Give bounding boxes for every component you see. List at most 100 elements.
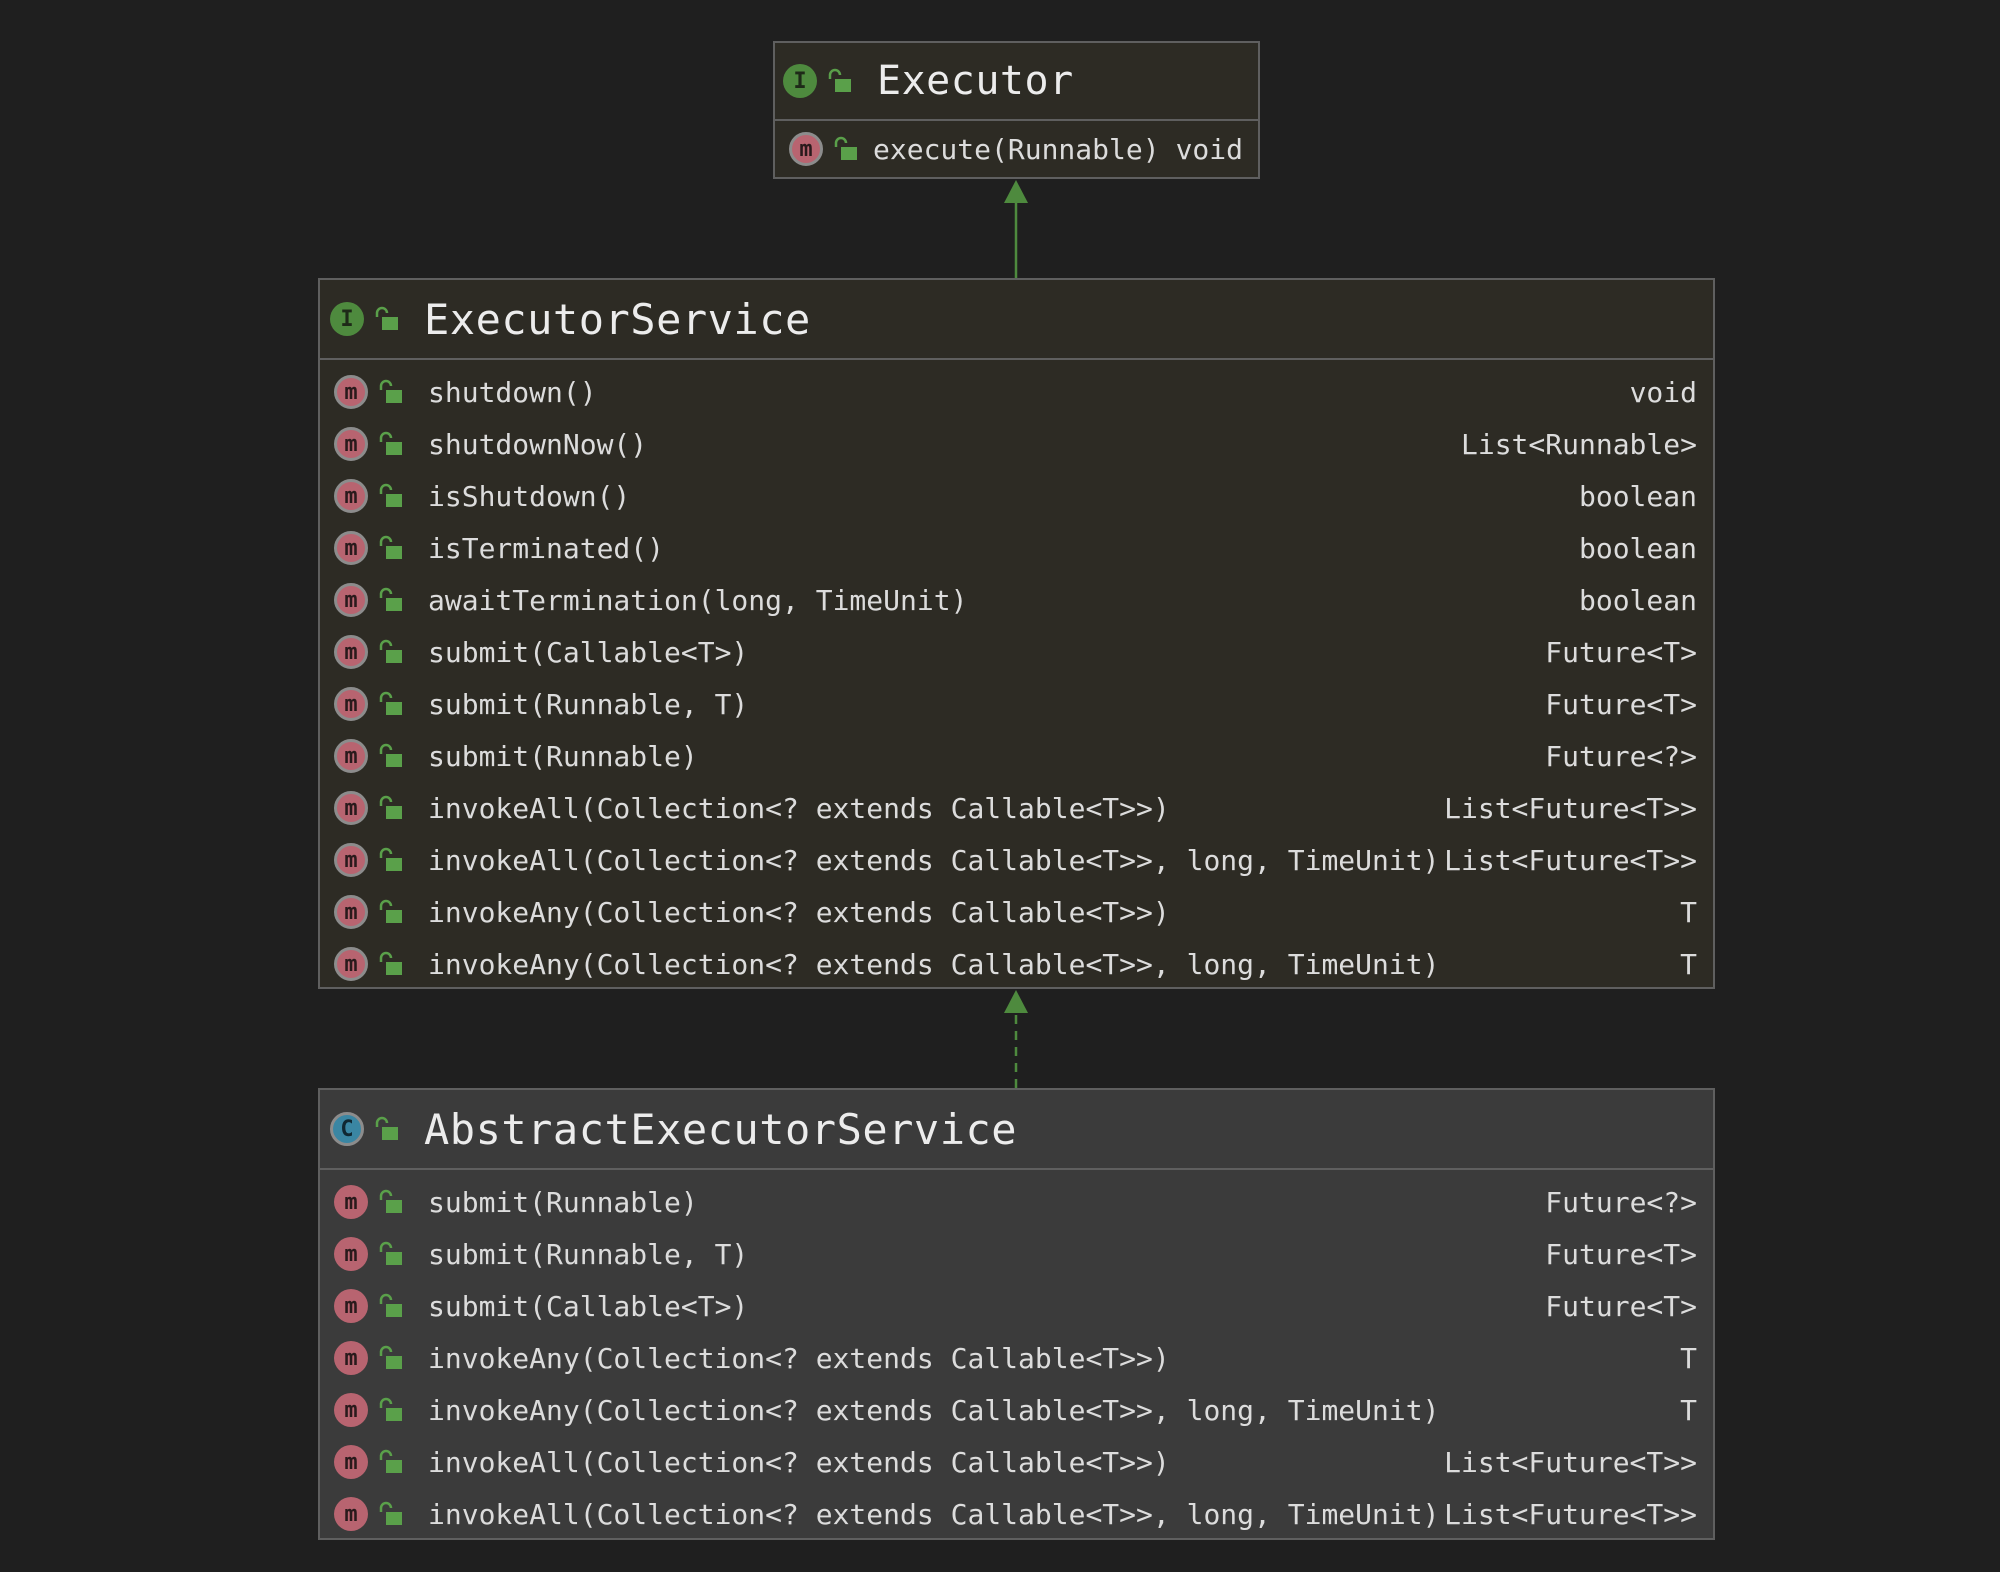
public-lock-icon (379, 795, 402, 819)
method-row[interactable]: m shutdown() void (320, 366, 1713, 418)
method-row[interactable]: m invokeAll(Collection<? extends Callable… (320, 834, 1713, 886)
method-return-type: Future<T> (1545, 687, 1697, 721)
class-name: Executor (877, 58, 1074, 104)
method-row[interactable]: m submit(Runnable, T) Future<T> (320, 1228, 1713, 1280)
method-icon: m (334, 427, 368, 461)
method-signature: invokeAny(Collection<? extends Callable<… (428, 1341, 1170, 1375)
method-icon: m (334, 1497, 368, 1531)
class-name: AbstractExecutorService (424, 1104, 1018, 1154)
method-icon: m (334, 1185, 368, 1219)
method-return-type: Future<T> (1545, 635, 1697, 669)
method-return-type: Future<?> (1545, 739, 1697, 773)
method-signature: invokeAll(Collection<? extends Callable<… (428, 1445, 1170, 1479)
public-lock-icon (379, 951, 402, 975)
public-lock-icon (379, 1449, 402, 1473)
method-return-type: List<Future<T>> (1444, 1445, 1697, 1479)
abstract-class-icon: C (330, 1112, 364, 1146)
method-icon: m (334, 583, 368, 617)
class-name: ExecutorService (424, 294, 811, 344)
method-row[interactable]: m submit(Runnable, T) Future<T> (320, 678, 1713, 730)
method-row[interactable]: m submit(Callable<T>) Future<T> (320, 1280, 1713, 1332)
abstract-executor-service-header: C AbstractExecutorService (320, 1090, 1713, 1170)
method-row[interactable]: m isShutdown() boolean (320, 470, 1713, 522)
method-signature: invokeAny(Collection<? extends Callable<… (428, 947, 1440, 981)
public-lock-icon (375, 306, 398, 330)
method-icon: m (334, 947, 368, 981)
method-signature: isShutdown() (428, 479, 631, 513)
public-lock-icon (834, 136, 857, 160)
method-signature: invokeAll(Collection<? extends Callable<… (428, 791, 1170, 825)
implements-arrow (1004, 990, 1028, 1088)
method-list: m shutdown() void m shutdownNow() List<Runna… (320, 360, 1713, 990)
method-signature: execute(Runnable) (873, 132, 1160, 166)
method-signature: invokeAll(Collection<? extends Callable<… (428, 843, 1440, 877)
method-row[interactable]: m invokeAny(Collection<? extends Callable… (320, 886, 1713, 938)
method-icon: m (334, 843, 368, 877)
method-signature: shutdownNow() (428, 427, 648, 461)
method-icon: m (334, 1445, 368, 1479)
method-signature: submit(Callable<T>) (428, 635, 749, 669)
abstract-executor-service-node[interactable]: C AbstractExecutorService m submit(Runnab… (318, 1088, 1715, 1540)
method-icon: m (334, 791, 368, 825)
public-lock-icon (375, 1116, 398, 1140)
method-return-type: T (1680, 1393, 1697, 1427)
public-lock-icon (828, 68, 851, 92)
public-lock-icon (379, 1397, 402, 1421)
method-icon: m (334, 895, 368, 929)
method-row[interactable]: m submit(Runnable) Future<?> (320, 1176, 1713, 1228)
method-return-type: Future<T> (1545, 1289, 1697, 1323)
public-lock-icon (379, 1241, 402, 1265)
method-icon: m (334, 1289, 368, 1323)
method-row[interactable]: m invokeAny(Collection<? extends Callable… (320, 938, 1713, 990)
method-return-type: List<Future<T>> (1444, 843, 1697, 877)
method-icon: m (334, 739, 368, 773)
method-row[interactable]: m awaitTermination(long, TimeUnit) boolean (320, 574, 1713, 626)
method-return-type: T (1680, 895, 1697, 929)
method-row[interactable]: m invokeAny(Collection<? extends Callable… (320, 1332, 1713, 1384)
method-icon: m (334, 687, 368, 721)
method-row[interactable]: m invokeAll(Collection<? extends Callable… (320, 1436, 1713, 1488)
executor-node[interactable]: I Executor m execute(Runnable) void (773, 41, 1260, 179)
method-row[interactable]: m submit(Callable<T>) Future<T> (320, 626, 1713, 678)
method-row[interactable]: m submit(Runnable) Future<?> (320, 730, 1713, 782)
executor-service-node[interactable]: I ExecutorService m shutdown() void m shutd… (318, 278, 1715, 989)
executor-header: I Executor (775, 43, 1258, 121)
method-signature: shutdown() (428, 375, 597, 409)
method-row[interactable]: m invokeAll(Collection<? extends Callable… (320, 782, 1713, 834)
method-row[interactable]: m isTerminated() boolean (320, 522, 1713, 574)
interface-icon: I (330, 302, 364, 336)
method-signature: awaitTermination(long, TimeUnit) (428, 583, 968, 617)
method-return-type: List<Future<T>> (1444, 791, 1697, 825)
method-signature: submit(Runnable) (428, 1185, 698, 1219)
method-icon: m (334, 531, 368, 565)
method-signature: isTerminated() (428, 531, 665, 565)
public-lock-icon (379, 847, 402, 871)
public-lock-icon (379, 431, 402, 455)
public-lock-icon (379, 743, 402, 767)
method-return-type: Future<T> (1545, 1237, 1697, 1271)
public-lock-icon (379, 379, 402, 403)
executor-service-header: I ExecutorService (320, 280, 1713, 360)
method-signature: invokeAll(Collection<? extends Callable<… (428, 1497, 1440, 1531)
public-lock-icon (379, 587, 402, 611)
method-signature: invokeAny(Collection<? extends Callable<… (428, 1393, 1440, 1427)
method-return-type: Future<?> (1545, 1185, 1697, 1219)
public-lock-icon (379, 483, 402, 507)
method-row[interactable]: m execute(Runnable) void (775, 121, 1258, 177)
extends-arrow (1004, 180, 1028, 278)
interface-icon: I (783, 64, 817, 98)
method-icon: m (334, 1341, 368, 1375)
method-return-type: T (1680, 1341, 1697, 1375)
public-lock-icon (379, 639, 402, 663)
method-row[interactable]: m shutdownNow() List<Runnable> (320, 418, 1713, 470)
method-return-type: boolean (1578, 531, 1697, 565)
method-icon: m (334, 635, 368, 669)
method-icon: m (334, 479, 368, 513)
method-row[interactable]: m invokeAny(Collection<? extends Callable… (320, 1384, 1713, 1436)
method-icon: m (334, 1237, 368, 1271)
public-lock-icon (379, 691, 402, 715)
method-row[interactable]: m invokeAll(Collection<? extends Callable… (320, 1488, 1713, 1540)
method-signature: submit(Callable<T>) (428, 1289, 749, 1323)
method-signature: submit(Runnable, T) (428, 1237, 749, 1271)
method-return-type: void (1175, 132, 1244, 166)
